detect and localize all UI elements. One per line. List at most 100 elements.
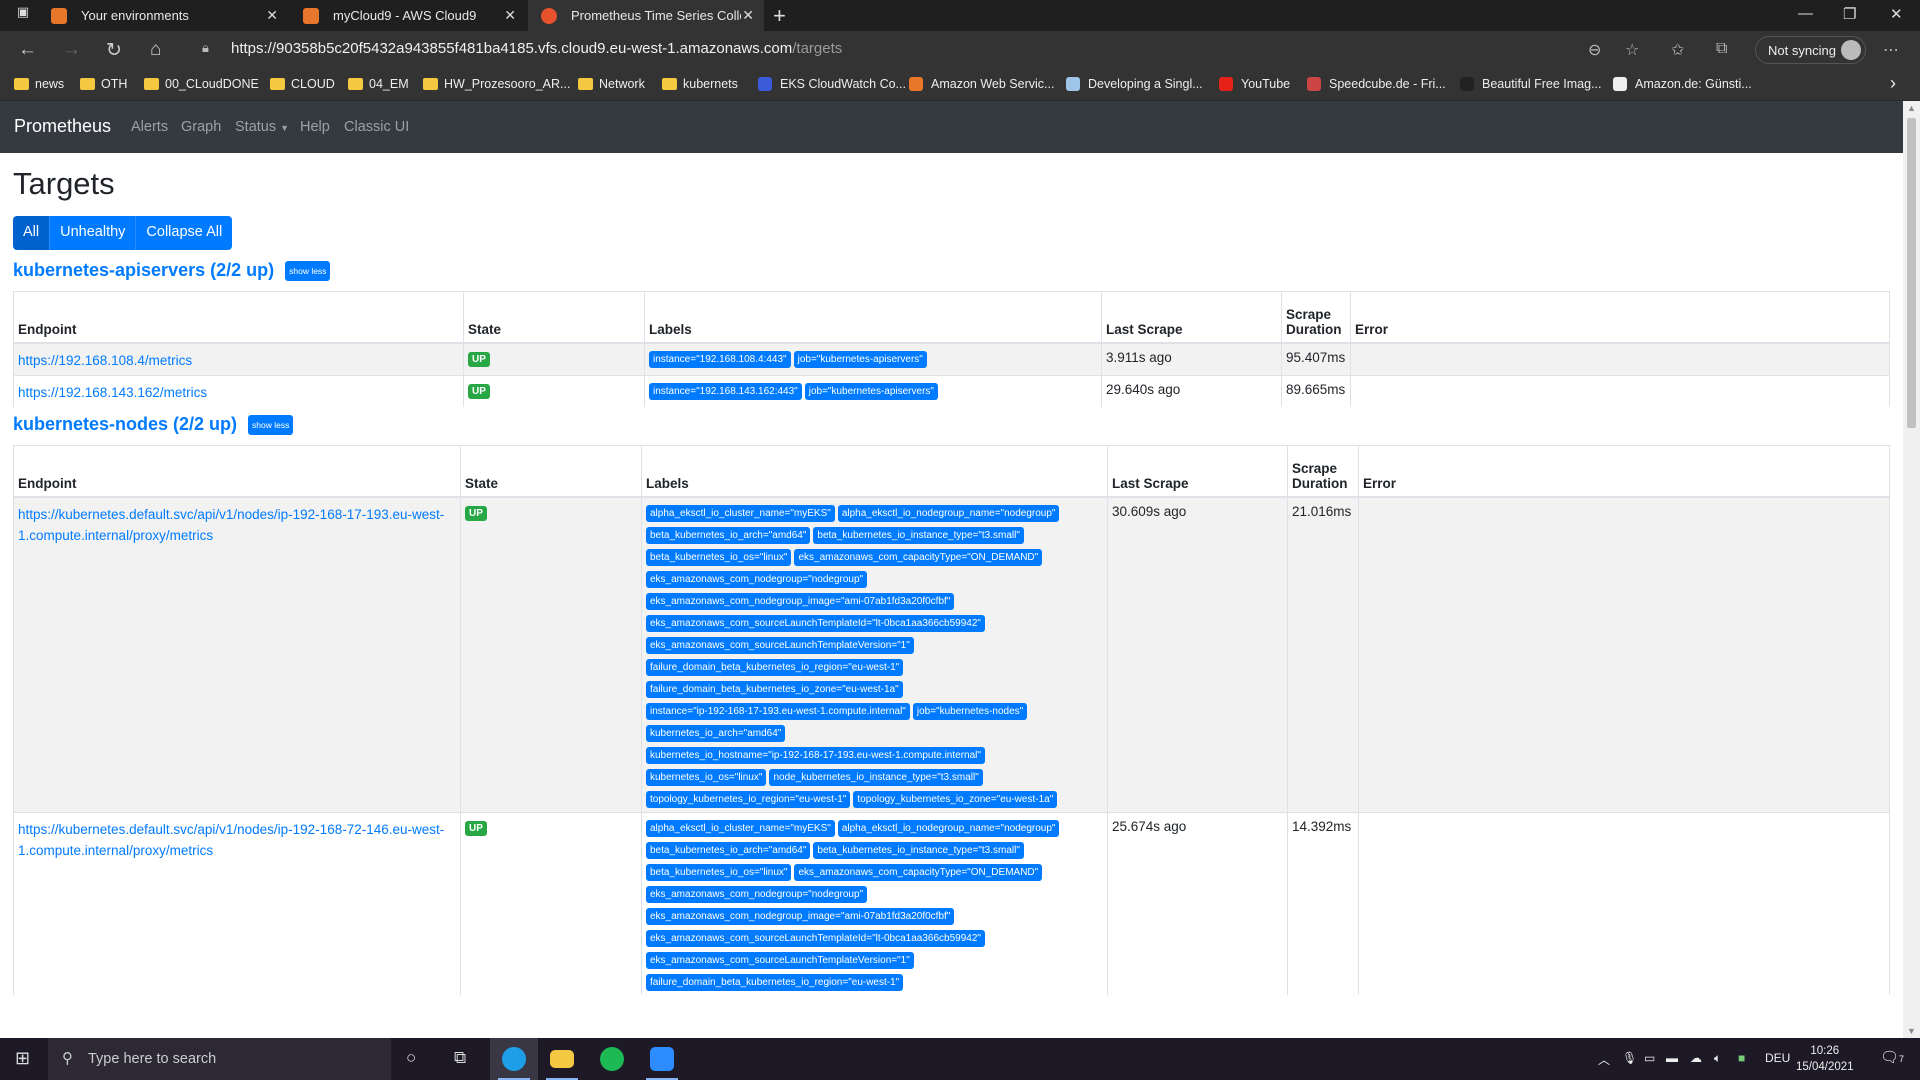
bookmarks-overflow-icon[interactable]: › [1890,73,1896,94]
forward-icon[interactable]: → [62,39,81,61]
tab-mycloud9[interactable]: myCloud9 - AWS Cloud9 ✕ [290,0,526,31]
prometheus-brand-link[interactable]: Prometheus [14,116,111,137]
search-placeholder: Type here to search [88,1051,217,1067]
volume-icon[interactable]: 🔈︎ [1714,1051,1721,1066]
endpoint-link[interactable]: https://192.168.108.4/metrics [18,353,192,368]
pool-title-link[interactable]: kubernetes-apiservers (2/2 up) [13,260,274,281]
endpoint-cell: https://192.168.108.4/metrics [13,342,464,375]
folder-icon [144,78,159,90]
label-badge: eks_amazonaws_com_nodegroup="nodegroup" [646,570,868,588]
bookmark-folder[interactable]: 04_EM [348,77,409,91]
scrape-duration-cell: 14.392ms [1287,811,1359,995]
edge-app-icon[interactable] [490,1038,538,1080]
bookmark-link[interactable]: EKS CloudWatch Co... [758,77,906,91]
notifications-icon[interactable]: 🗨︎7 [1880,1048,1904,1066]
maximize-icon[interactable]: ❐ [1843,5,1856,23]
file-explorer-icon[interactable] [538,1038,586,1080]
favorites-icon[interactable]: ✩ [1671,40,1684,60]
scroll-up-icon[interactable]: ▲ [1907,103,1916,113]
network-icon[interactable]: ▭ [1644,1051,1655,1065]
avatar [1841,40,1861,60]
tray-app-icon[interactable]: ■ [1738,1051,1745,1065]
bookmark-link[interactable]: Amazon.de: Günsti... [1613,77,1752,91]
url-field[interactable]: https://90358b5c20f5432a943855f481ba4185… [231,40,1671,62]
endpoint-link[interactable]: https://192.168.143.162/metrics [18,385,207,400]
nav-graph[interactable]: Graph [181,119,221,135]
zoom-icon[interactable]: ⊖ [1588,40,1601,60]
nav-classic-ui[interactable]: Classic UI [344,119,409,135]
lock-icon[interactable]: 🔒︎ [202,40,209,56]
col-error: Error [1358,445,1890,498]
bookmark-folder[interactable]: news [14,77,64,91]
close-tab-icon[interactable]: ✕ [266,7,278,24]
bookmark-link[interactable]: Developing a Singl... [1066,77,1203,91]
bookmark-folder[interactable]: HW_Prozesooro_AR... [423,77,570,91]
scroll-down-icon[interactable]: ▼ [1907,1026,1916,1036]
bookmark-label: Speedcube.de - Fri... [1329,77,1446,91]
endpoint-link[interactable]: https://kubernetes.default.svc/api/v1/no… [18,507,444,543]
tray-overflow-icon[interactable]: ︿ [1598,1051,1610,1068]
reload-icon[interactable]: ↻ [106,39,122,62]
minimize-icon[interactable]: — [1798,5,1813,22]
site-favicon-icon [1613,77,1627,91]
collapse-all-button[interactable]: Collapse All [136,216,233,250]
prometheus-favicon-icon [541,7,557,24]
bookmark-folder[interactable]: kubernets [662,77,738,91]
microphone-icon[interactable]: 🎙︎ [1622,1051,1637,1065]
scrollbar-thumb[interactable] [1907,118,1916,428]
filter-unhealthy-button[interactable]: Unhealthy [50,216,137,250]
bookmark-link[interactable]: Speedcube.de - Fri... [1307,77,1446,91]
spotify-icon[interactable] [588,1038,636,1080]
taskbar-clock[interactable]: 10:26 15/04/2021 [1796,1043,1854,1075]
nav-alerts[interactable]: Alerts [131,119,168,135]
bookmark-folder[interactable]: CLOUD [270,77,335,91]
taskbar-search-box[interactable]: ⚲ Type here to search [48,1038,391,1080]
tab-your-environments[interactable]: Your environments ✕ [38,0,288,31]
battery-icon[interactable]: ▬ [1666,1051,1678,1065]
bookmark-folder[interactable]: Network [578,77,645,91]
bookmarks-bar: news OTH 00_CLoudDONE CLOUD 04_EM HW_Prozesoo… [0,70,1920,101]
close-tab-icon[interactable]: ✕ [504,7,516,24]
scrape-duration-cell: 89.665ms [1281,374,1351,407]
labels-cell: instance="192.168.108.4:443" job="kuberne… [644,342,1102,375]
windows-start-icon[interactable]: ⊞ [15,1048,30,1069]
language-indicator[interactable]: DEU [1765,1051,1790,1065]
bookmark-link[interactable]: Amazon Web Servic... [909,77,1054,91]
bookmark-link[interactable]: YouTube [1219,77,1290,91]
task-view-icon[interactable]: ⧉ [454,1048,466,1068]
endpoint-cell: https://192.168.143.162/metrics [13,374,464,407]
nav-help[interactable]: Help [300,119,330,135]
endpoint-link[interactable]: https://kubernetes.default.svc/api/v1/no… [18,822,444,858]
bookmark-folder[interactable]: OTH [80,77,127,91]
nav-status-dropdown[interactable]: Status ▼ [235,119,289,135]
folder-icon [14,78,29,90]
back-icon[interactable]: ← [18,39,37,61]
zoom-app-icon[interactable] [638,1038,686,1080]
bookmark-label: Beautiful Free Imag... [1482,77,1602,91]
more-options-icon[interactable]: ⋯ [1883,40,1899,60]
page-title: Targets [13,166,115,201]
pool-title-link[interactable]: kubernetes-nodes (2/2 up) [13,414,237,435]
last-scrape-cell: 30.609s ago [1107,496,1288,812]
page-scrollbar[interactable]: ▲ ▼ [1903,101,1920,1038]
label-badge: beta_kubernetes_io_instance_type="t3.sma… [813,526,1024,544]
show-less-button[interactable]: show less [248,414,294,435]
tab-actions-icon[interactable]: ▣ [14,4,32,26]
close-window-icon[interactable]: ✕ [1890,5,1903,23]
bookmark-folder[interactable]: 00_CLoudDONE [144,77,259,91]
profile-sync-button[interactable]: Not syncing [1755,36,1866,64]
label-badge: kubernetes_io_arch="amd64" [646,724,786,742]
new-tab-icon[interactable]: + [773,3,786,29]
onedrive-icon[interactable]: ☁ [1690,1051,1702,1065]
clock-time: 10:26 [1810,1045,1840,1057]
endpoint-cell: https://kubernetes.default.svc/api/v1/no… [13,496,461,812]
filter-all-button[interactable]: All [13,216,51,250]
show-less-button[interactable]: show less [285,260,331,281]
add-favorite-icon[interactable]: ☆ [1625,40,1639,60]
home-icon[interactable]: ⌂ [150,39,161,61]
tab-prometheus[interactable]: Prometheus Time Series Collecti ✕ [528,0,764,31]
collections-icon[interactable]: ⧉ [1716,40,1727,58]
bookmark-link[interactable]: Beautiful Free Imag... [1460,77,1602,91]
close-tab-icon[interactable]: ✕ [742,7,754,24]
cortana-icon[interactable]: ○ [406,1048,416,1068]
